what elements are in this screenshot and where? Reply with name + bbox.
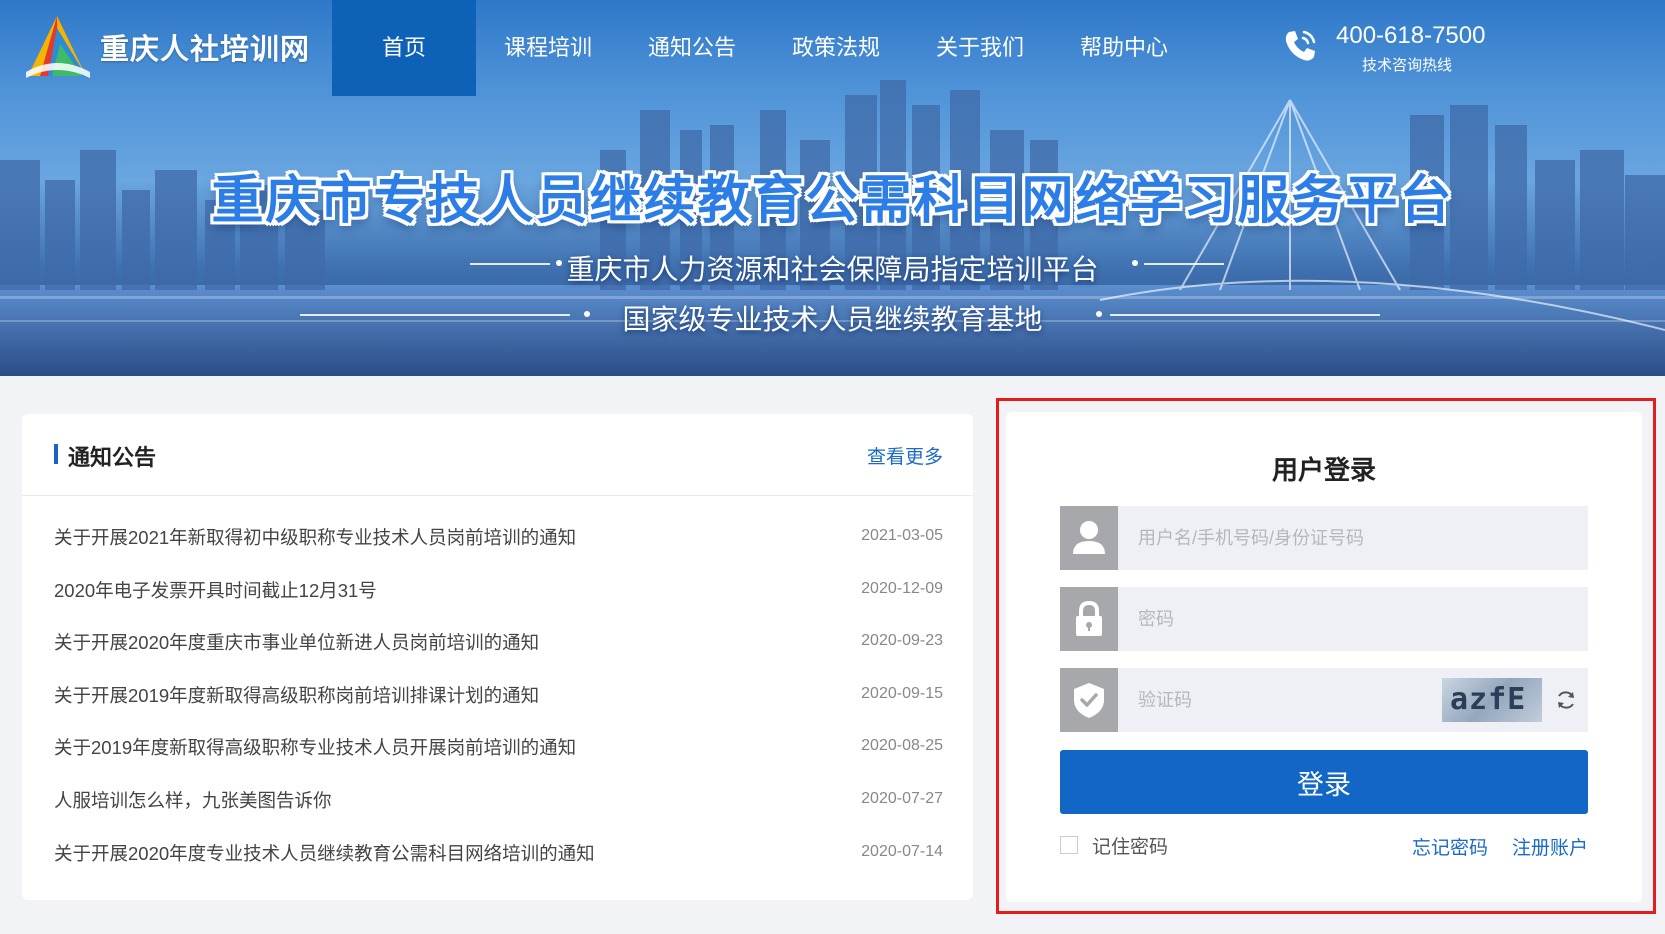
captcha-image[interactable]: azfE — [1442, 678, 1542, 722]
hero-subtitle-base: 国家级专业技术人员继续教育基地 — [622, 304, 1043, 335]
notice-item-title[interactable]: 关于开展2021年新取得初中级职称专业技术人员岗前培训的通知 — [54, 524, 576, 550]
hotline-label: 技术咨询热线 — [1362, 57, 1453, 74]
username-input[interactable] — [1118, 506, 1588, 570]
main-nav: 首页 课程培训 通知公告 政策法规 关于我们 帮助中心 — [332, 0, 1196, 96]
hero-banner: 重庆人社培训网 首页 课程培训 通知公告 政策法规 关于我们 帮助中心 400-… — [0, 0, 1665, 376]
refresh-icon[interactable] — [1554, 688, 1578, 712]
notice-item-date: 2020-09-23 — [861, 632, 943, 650]
remember-label[interactable]: 记住密码 — [1092, 832, 1168, 859]
username-field — [1060, 506, 1588, 570]
password-input[interactable] — [1118, 587, 1588, 651]
forgot-password-link[interactable]: 忘记密码 — [1412, 833, 1488, 860]
notice-item-date: 2020-12-09 — [861, 579, 943, 597]
notice-item[interactable]: 关于开展2020年度专业技术人员继续教育公需科目网络培训的通知 2020-07-… — [22, 830, 973, 883]
nav-item-policies[interactable]: 政策法规 — [764, 0, 908, 96]
notice-item-title[interactable]: 关于2019年度新取得高级职称专业技术人员开展岗前培训的通知 — [54, 734, 576, 760]
notice-title: 通知公告 — [68, 445, 157, 470]
view-more-link[interactable]: 查看更多 — [867, 442, 943, 469]
notice-item-date: 2020-07-14 — [861, 842, 943, 860]
hero-title: 重庆市专技人员继续教育公需科目网络学习服务平台 — [211, 172, 1454, 230]
user-icon — [1060, 506, 1118, 570]
site-name[interactable]: 重庆人社培训网 — [100, 26, 310, 68]
notice-item-date: 2021-03-05 — [861, 527, 943, 544]
notice-item-date: 2020-07-27 — [861, 789, 943, 807]
nav-item-courses[interactable]: 课程培训 — [476, 0, 620, 96]
login-panel: 用户登录 azfE — [1006, 412, 1642, 902]
password-field — [1060, 587, 1588, 651]
notice-item-date: 2020-08-25 — [861, 737, 943, 755]
notice-item[interactable]: 关于2019年度新取得高级职称专业技术人员开展岗前培训的通知 2020-08-2… — [22, 724, 973, 777]
notice-header: 通知公告 查看更多 — [22, 414, 973, 496]
hero-subtitle-authority: 重庆市人力资源和社会保障局指定培训平台 — [566, 254, 1099, 285]
nav-item-notices[interactable]: 通知公告 — [620, 0, 764, 96]
remember-checkbox[interactable] — [1060, 836, 1078, 854]
notice-item[interactable]: 关于开展2021年新取得初中级职称专业技术人员岗前培训的通知 2021-03-0… — [22, 514, 973, 567]
phone-icon — [1285, 30, 1316, 61]
register-account-link[interactable]: 注册账户 — [1512, 833, 1588, 860]
notice-panel: 通知公告 查看更多 关于开展2021年新取得初中级职称专业技术人员岗前培训的通知… — [22, 414, 973, 900]
notice-item[interactable]: 关于开展2020年度重庆市事业单位新进人员岗前培训的通知 2020-09-23 — [22, 619, 973, 672]
nav-item-about[interactable]: 关于我们 — [908, 0, 1052, 96]
captcha-field: azfE — [1060, 668, 1588, 732]
notice-list: 关于开展2021年新取得初中级职称专业技术人员岗前培训的通知 2021-03-0… — [22, 514, 973, 882]
notice-item-title[interactable]: 关于开展2020年度专业技术人员继续教育公需科目网络培训的通知 — [54, 840, 595, 866]
nav-item-home[interactable]: 首页 — [332, 0, 476, 96]
notice-item-title[interactable]: 关于开展2019年度新取得高级职称岗前培训排课计划的通知 — [54, 682, 539, 708]
title-accent-bar — [54, 444, 58, 464]
notice-item-title[interactable]: 关于开展2020年度重庆市事业单位新进人员岗前培训的通知 — [54, 629, 539, 655]
captcha-input[interactable] — [1118, 668, 1418, 732]
lock-icon — [1060, 587, 1118, 651]
notice-item[interactable]: 人服培训怎么样，九张美图告诉你 2020-07-27 — [22, 777, 973, 830]
notice-item-title[interactable]: 人服培训怎么样，九张美图告诉你 — [54, 787, 332, 813]
login-title: 用户登录 — [1271, 455, 1376, 485]
notice-item[interactable]: 2020年电子发票开具时间截止12月31号 2020-12-09 — [22, 567, 973, 620]
top-navigation-bar: 重庆人社培训网 首页 课程培训 通知公告 政策法规 关于我们 帮助中心 400-… — [0, 0, 1665, 96]
login-button[interactable]: 登录 — [1060, 750, 1588, 814]
hotline-number: 400-618-7500 — [1336, 22, 1486, 49]
hotline: 400-618-7500 技术咨询热线 — [1280, 22, 1520, 74]
nav-item-help[interactable]: 帮助中心 — [1052, 0, 1196, 96]
notice-item-date: 2020-09-15 — [861, 684, 943, 702]
captcha-text: azfE — [1450, 682, 1527, 717]
logo-icon — [26, 16, 90, 78]
shield-check-icon — [1060, 668, 1118, 732]
notice-item-title[interactable]: 2020年电子发票开具时间截止12月31号 — [54, 577, 377, 603]
notice-item[interactable]: 关于开展2019年度新取得高级职称岗前培训排课计划的通知 2020-09-15 — [22, 672, 973, 725]
